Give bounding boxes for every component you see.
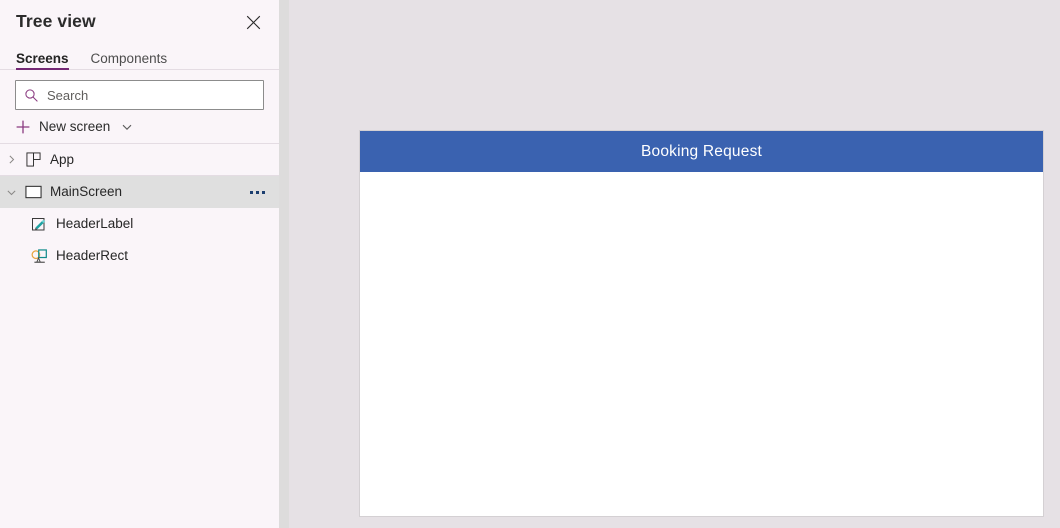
close-button[interactable] <box>239 8 267 36</box>
tree-item-label: HeaderRect <box>56 248 129 264</box>
app-root: Tree view Screens Components Search New … <box>0 0 1060 528</box>
chevron-down-icon[interactable] <box>0 187 22 198</box>
tab-components[interactable]: Components <box>91 51 168 71</box>
tree-item-label: App <box>50 151 75 167</box>
canvas-header-label[interactable]: Booking Request <box>360 131 1043 172</box>
new-screen-label: New screen <box>39 119 111 135</box>
search-box[interactable] <box>15 80 264 110</box>
search-container <box>0 70 279 110</box>
app-grid-icon <box>22 152 44 167</box>
tree-list: App MainScreen HeaderLabel HeaderRect <box>0 143 279 528</box>
tree-item-label: HeaderLabel <box>56 216 134 232</box>
panel-header: Tree view <box>0 0 279 44</box>
screen-rect-icon <box>22 185 44 199</box>
tree-item-headerrect[interactable]: HeaderRect <box>0 240 279 272</box>
panel-resize-divider[interactable] <box>279 0 289 528</box>
tree-item-app[interactable]: App <box>0 143 279 176</box>
tree-view-panel: Tree view Screens Components Search New … <box>0 0 279 528</box>
search-input[interactable] <box>47 87 255 103</box>
tree-item-mainscreen[interactable]: MainScreen <box>0 176 279 208</box>
plus-icon <box>15 119 31 135</box>
canvas-stage: Booking Request <box>289 0 1060 528</box>
shapes-icon <box>28 248 50 264</box>
panel-tabs: Screens Components <box>0 44 279 70</box>
search-icon <box>24 88 39 103</box>
screen-canvas[interactable]: Booking Request <box>360 131 1043 516</box>
page-title: Tree view <box>16 11 96 32</box>
label-pencil-icon <box>28 216 50 232</box>
tab-screens[interactable]: Screens <box>16 51 69 71</box>
chevron-right-icon[interactable] <box>0 154 22 165</box>
close-icon <box>246 15 261 30</box>
new-screen-button[interactable]: New screen <box>0 111 279 143</box>
tree-item-headerlabel[interactable]: HeaderLabel <box>0 208 279 240</box>
more-options-icon[interactable] <box>246 187 269 198</box>
chevron-down-icon[interactable] <box>121 121 133 133</box>
tree-item-label: MainScreen <box>50 184 123 200</box>
